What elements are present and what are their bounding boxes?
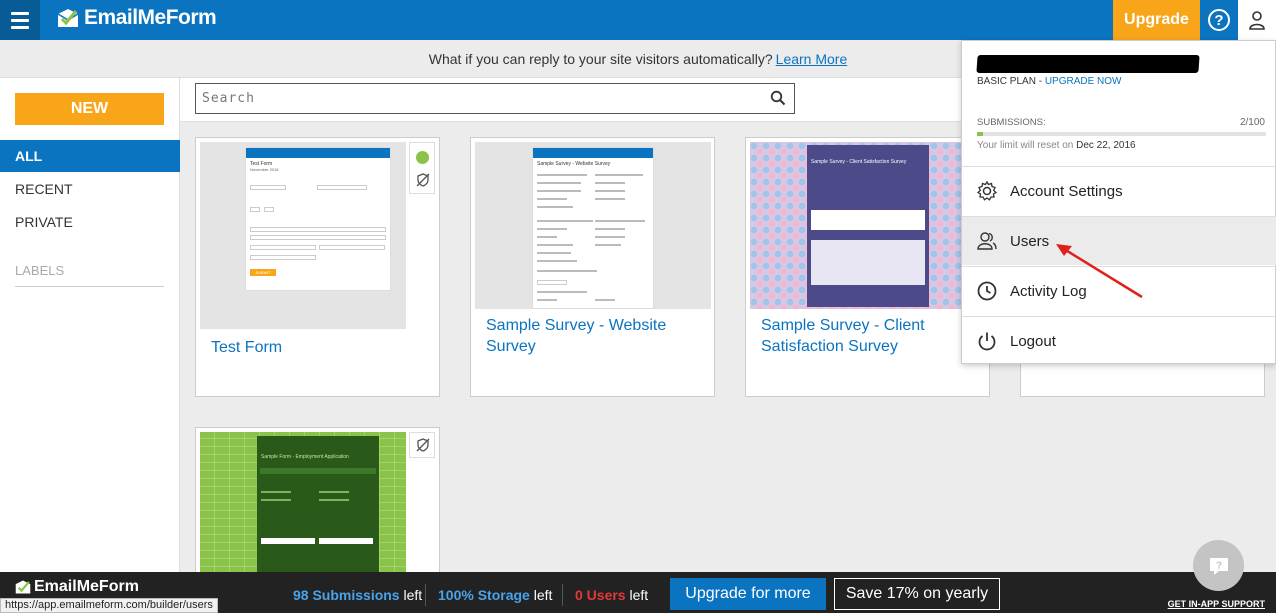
thumb-subtitle: November 2016 <box>250 167 279 172</box>
top-bar: EmailMeForm Upgrade ? <box>0 0 1276 40</box>
sidebar-item-private[interactable]: PRIVATE <box>0 206 180 238</box>
brand-name: EmailMeForm <box>84 6 217 29</box>
thumbnail-preview: Sample Survey - Client Satisfaction Surv… <box>807 145 929 307</box>
form-thumbnail[interactable]: Sample Survey - Client Satisfaction Surv… <box>750 142 986 309</box>
form-card-client-satisfaction[interactable]: Sample Survey - Client Satisfaction Surv… <box>745 137 990 397</box>
search-placeholder: Search <box>202 91 255 106</box>
form-card-website-survey[interactable]: Sample Survey - Website Survey Sample Su… <box>470 137 715 397</box>
gear-icon <box>976 180 998 201</box>
thumb-submit: SUBMIT <box>250 269 276 276</box>
labels-heading[interactable]: LABELS <box>15 263 64 278</box>
in-app-support-link[interactable]: GET IN-APP SUPPORT <box>1168 599 1265 609</box>
plan-info: BASIC PLAN - UPGRADE NOW <box>977 76 1122 87</box>
menu-item-label: Users <box>1010 232 1050 250</box>
limit-reset-note: Your limit will reset on Dec 22, 2016 <box>977 140 1136 151</box>
menu-item-label: Logout <box>1010 332 1056 350</box>
reset-date: Dec 22, 2016 <box>1076 140 1136 151</box>
upgrade-now-link[interactable]: UPGRADE NOW <box>1045 76 1122 87</box>
form-thumbnail[interactable]: Test Form November 2016 SUBMIT <box>200 142 406 329</box>
sidebar-item-recent[interactable]: RECENT <box>0 173 180 205</box>
envelope-logo-icon <box>57 9 79 27</box>
thumb-title: Sample Survey - Website Survey <box>537 161 611 167</box>
footer-logo[interactable]: EmailMeForm <box>14 578 139 596</box>
redacted-account-name <box>976 55 1200 73</box>
shield-off-icon[interactable] <box>416 173 430 187</box>
form-card-employment-application[interactable]: Sample Form - Employment Application <box>195 427 440 587</box>
thumbnail-preview: Sample Survey - Website Survey <box>532 147 654 309</box>
form-title[interactable]: Test Form <box>211 337 282 358</box>
envelope-logo-icon <box>15 580 31 594</box>
learn-more-link[interactable]: Learn More <box>776 51 848 67</box>
form-thumbnail[interactable]: Sample Survey - Website Survey <box>475 142 711 309</box>
thumb-title: Sample Survey - Client Satisfaction Surv… <box>811 159 907 165</box>
users-left: 0 Users left <box>575 587 649 603</box>
hamburger-menu-icon[interactable] <box>0 0 40 40</box>
labels-divider <box>15 286 164 287</box>
form-card-test-form[interactable]: Test Form November 2016 SUBMIT Test Form <box>195 137 440 397</box>
search-icon[interactable] <box>770 90 786 106</box>
thumbnail-preview: Test Form November 2016 SUBMIT <box>245 147 391 291</box>
account-dropdown: BASIC PLAN - UPGRADE NOW SUBMISSIONS: 2/… <box>961 40 1276 364</box>
form-title[interactable]: Sample Survey - Website Survey <box>486 315 696 357</box>
annotation-arrow <box>1056 244 1143 299</box>
account-menu-button[interactable] <box>1238 0 1276 40</box>
search-input[interactable]: Search <box>195 83 795 114</box>
card-side-panel <box>409 432 435 458</box>
card-side-panel <box>409 142 435 194</box>
clock-icon <box>977 281 997 301</box>
submissions-left: 98 Submissions left <box>293 587 423 603</box>
submissions-progress-fill <box>977 132 983 136</box>
user-icon <box>1249 11 1265 30</box>
chat-bubble-icon: ? <box>1209 557 1228 575</box>
sidebar: NEW ALL RECENT PRIVATE LABELS <box>0 78 180 572</box>
power-icon <box>978 332 996 351</box>
menu-item-account-settings[interactable]: Account Settings <box>962 166 1276 215</box>
help-icon: ? <box>1208 9 1230 31</box>
submissions-progress <box>977 132 1266 136</box>
chat-support-button[interactable]: ? <box>1193 540 1244 591</box>
submissions-label: SUBMISSIONS: <box>977 117 1046 128</box>
shield-off-icon[interactable] <box>416 438 430 452</box>
thumb-title: Sample Form - Employment Application <box>261 454 349 460</box>
new-form-button[interactable]: NEW <box>15 93 164 125</box>
form-thumbnail[interactable]: Sample Form - Employment Application <box>200 432 406 582</box>
upgrade-for-more-button[interactable]: Upgrade for more <box>670 578 826 610</box>
menu-item-label: Account Settings <box>1010 182 1123 200</box>
promo-text: What if you can reply to your site visit… <box>428 50 773 67</box>
save-yearly-button[interactable]: Save 17% on yearly <box>834 578 1000 610</box>
menu-item-logout[interactable]: Logout <box>962 316 1276 365</box>
browser-status-url: https://app.emailmeform.com/builder/user… <box>0 598 218 613</box>
storage-left: 100% Storage left <box>438 587 553 603</box>
sidebar-item-all[interactable]: ALL <box>0 140 180 172</box>
svg-text:?: ? <box>1215 560 1221 571</box>
upgrade-button[interactable]: Upgrade <box>1113 0 1200 40</box>
status-active-icon[interactable] <box>416 151 429 164</box>
plan-name: BASIC PLAN <box>977 76 1036 87</box>
users-icon <box>977 232 997 250</box>
footer-brand: EmailMeForm <box>34 578 139 595</box>
brand-logo[interactable]: EmailMeForm <box>56 6 217 30</box>
help-button[interactable]: ? <box>1200 0 1238 40</box>
form-title[interactable]: Sample Survey - Client Satisfaction Surv… <box>761 315 971 357</box>
thumbnail-preview: Sample Form - Employment Application <box>257 436 379 582</box>
submissions-count: 2/100 <box>1239 117 1265 128</box>
